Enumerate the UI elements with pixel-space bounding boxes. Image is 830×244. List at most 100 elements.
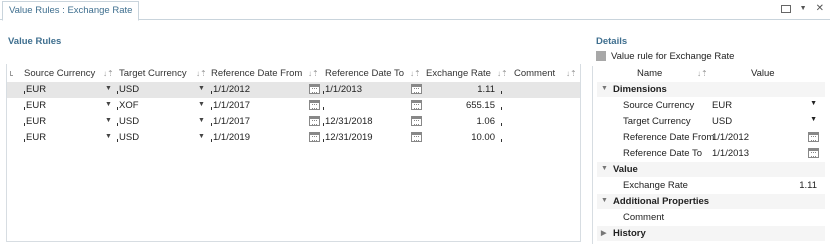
calendar-icon[interactable] [411, 132, 422, 142]
property-label: Source Currency [623, 100, 695, 111]
calendar-icon[interactable] [808, 148, 819, 158]
value-rules-title: Value Rules [8, 36, 62, 47]
reference-date-to-cell[interactable]: 12/31/2019 [325, 132, 373, 144]
calendar-icon[interactable] [309, 84, 320, 94]
col-exchange-rate[interactable]: Exchange Rate [426, 64, 491, 83]
window-controls: ▼ ✕ [780, 3, 824, 15]
property-comment[interactable]: Comment [597, 210, 825, 225]
calendar-icon[interactable] [411, 116, 422, 126]
calendar-icon[interactable] [808, 132, 819, 142]
edit-marker-icon [501, 123, 503, 126]
property-value[interactable]: EUR [712, 100, 732, 111]
source-currency-cell[interactable]: EUR [26, 132, 46, 144]
category-label: Value [613, 164, 638, 175]
exchange-rate-cell[interactable]: 1.06 [427, 116, 496, 128]
col-name-label: Name [637, 68, 663, 79]
reference-date-to-cell[interactable]: 12/31/2018 [325, 116, 373, 128]
expand-triangle-icon[interactable]: ▶ [601, 229, 606, 237]
col-source-currency[interactable]: Source Currency [24, 64, 95, 83]
dropdown-arrow-icon[interactable]: ▼ [810, 100, 817, 107]
category-dimensions[interactable]: ▼ Dimensions [597, 82, 825, 97]
col-comment[interactable]: Comment [514, 64, 555, 83]
collapse-triangle-icon[interactable]: ▼ [601, 165, 608, 172]
category-history[interactable]: ▶ History [597, 226, 825, 241]
table-row[interactable]: EUR ▼ XOF ▼ 1/1/2017 655.15 [7, 98, 580, 114]
edit-marker-icon [501, 91, 503, 94]
exchange-rate-cell[interactable]: 1.11 [427, 84, 495, 96]
dropdown-arrow-icon[interactable]: ▼ [198, 133, 205, 140]
property-reference-date-to[interactable]: Reference Date To 1/1/2013 [597, 146, 825, 161]
dropdown-arrow-icon[interactable]: ▼ [198, 85, 205, 92]
tab-label: Value Rules : Exchange Rate [9, 5, 133, 16]
value-rule-checkbox[interactable] [596, 51, 606, 61]
property-grid: Name ↓⇡ Value ▼ Dimensions Source Curren… [592, 66, 826, 244]
property-source-currency[interactable]: Source Currency EUR ▼ [597, 98, 825, 113]
source-currency-cell[interactable]: EUR [26, 84, 46, 96]
collapse-triangle-icon[interactable]: ▼ [601, 85, 608, 92]
property-reference-date-from[interactable]: Reference Date From 1/1/2012 [597, 130, 825, 145]
col-reference-date-from[interactable]: Reference Date From [211, 64, 302, 83]
property-value[interactable]: 1/1/2013 [712, 148, 749, 159]
category-label: Dimensions [613, 84, 667, 95]
dropdown-arrow-icon[interactable]: ▼ [105, 133, 112, 140]
sort-icon[interactable]: ↓⇡ [497, 69, 508, 78]
grid-header: Source Currency ↓⇡ Target Currency ↓⇡ Re… [6, 64, 581, 83]
col-reference-date-to[interactable]: Reference Date To [325, 64, 404, 83]
exchange-rate-cell[interactable]: 655.15 [427, 100, 495, 112]
property-target-currency[interactable]: Target Currency USD ▼ [597, 114, 825, 129]
reference-date-from-cell[interactable]: 1/1/2017 [213, 116, 250, 128]
property-value[interactable]: USD [712, 116, 732, 127]
chevron-down-icon[interactable]: ▼ [800, 3, 807, 15]
category-additional-properties[interactable]: ▼ Additional Properties [597, 194, 825, 209]
calendar-icon[interactable] [309, 100, 320, 110]
calendar-icon[interactable] [411, 84, 422, 94]
calendar-icon[interactable] [309, 116, 320, 126]
value-rule-checkbox-label: Value rule for Exchange Rate [611, 51, 735, 62]
table-row[interactable]: EUR ▼ USD ▼ 1/1/2012 1/1/2013 1.11 [7, 82, 580, 98]
target-currency-cell[interactable]: USD [119, 84, 139, 96]
reference-date-from-cell[interactable]: 1/1/2017 [213, 100, 250, 112]
target-currency-cell[interactable]: XOF [119, 100, 139, 112]
col-target-currency-label: Target Currency [119, 68, 187, 79]
col-target-currency[interactable]: Target Currency [119, 64, 187, 83]
table-row[interactable]: EUR ▼ USD ▼ 1/1/2019 12/31/2019 10.00 [7, 130, 580, 146]
dropdown-arrow-icon[interactable]: ▼ [810, 116, 817, 123]
property-value[interactable]: 1.11 [799, 180, 817, 191]
category-value[interactable]: ▼ Value [597, 162, 825, 177]
sort-icon[interactable]: ↓⇡ [103, 69, 114, 78]
property-exchange-rate[interactable]: Exchange Rate 1.11 [597, 178, 825, 193]
property-grid-header: Name ↓⇡ Value [597, 66, 825, 81]
table-row[interactable]: EUR ▼ USD ▼ 1/1/2017 12/31/2018 1.06 [7, 114, 580, 130]
dropdown-arrow-icon[interactable]: ▼ [198, 101, 205, 108]
reference-date-from-cell[interactable]: 1/1/2012 [213, 84, 250, 96]
reference-date-to-cell[interactable]: 1/1/2013 [325, 84, 362, 96]
restore-icon[interactable] [780, 5, 791, 13]
exchange-rate-cell[interactable]: 10.00 [427, 132, 495, 144]
source-currency-cell[interactable]: EUR [26, 116, 46, 128]
source-currency-cell[interactable]: EUR [26, 100, 46, 112]
dropdown-arrow-icon[interactable]: ▼ [105, 101, 112, 108]
dropdown-arrow-icon[interactable]: ▼ [198, 117, 205, 124]
sort-icon[interactable]: ↓⇡ [566, 69, 577, 78]
details-title: Details [596, 36, 628, 47]
col-reference-date-from-label: Reference Date From [211, 68, 303, 79]
sort-icon[interactable]: ↓⇡ [196, 69, 207, 78]
details-panel: Details Value rule for Exchange Rate Nam… [592, 36, 828, 244]
sort-icon[interactable]: ↓⇡ [308, 69, 319, 78]
calendar-icon[interactable] [309, 132, 320, 142]
edit-marker-icon [501, 107, 503, 110]
dropdown-arrow-icon[interactable]: ▼ [105, 117, 112, 124]
calendar-icon[interactable] [411, 100, 422, 110]
target-currency-cell[interactable]: USD [119, 116, 139, 128]
close-icon[interactable]: ✕ [816, 3, 824, 15]
col-source-currency-label: Source Currency [24, 68, 96, 79]
collapse-triangle-icon[interactable]: ▼ [601, 197, 608, 204]
dropdown-arrow-icon[interactable]: ▼ [105, 85, 112, 92]
target-currency-cell[interactable]: USD [119, 132, 139, 144]
property-value[interactable]: 1/1/2012 [712, 132, 749, 143]
edit-marker-icon [501, 139, 503, 142]
reference-date-from-cell[interactable]: 1/1/2019 [213, 132, 250, 144]
tab-value-rules-exchange-rate[interactable]: Value Rules : Exchange Rate [2, 1, 140, 21]
sort-icon[interactable]: ↓⇡ [410, 69, 421, 78]
sort-icon[interactable]: ↓⇡ [697, 69, 708, 78]
